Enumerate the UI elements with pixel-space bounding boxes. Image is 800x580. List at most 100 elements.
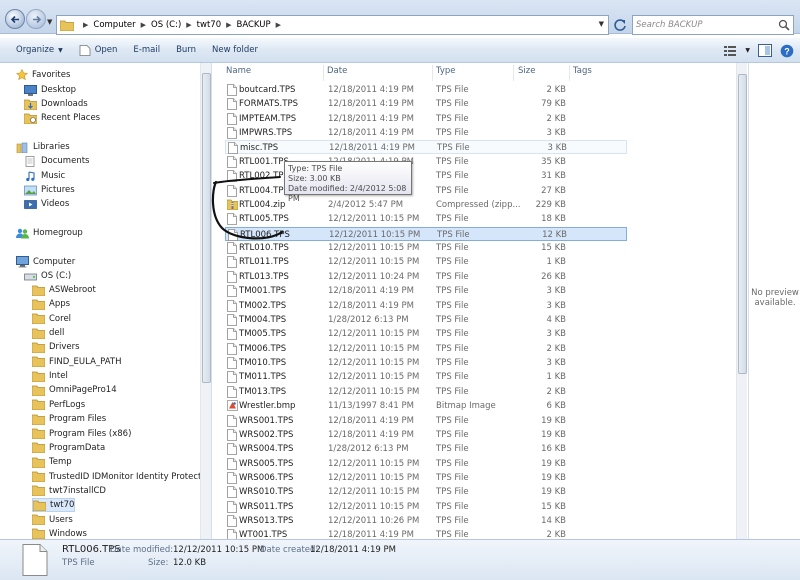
file-row[interactable]: TM004.TPS 1/28/2012 6:13 PM TPS File 4 KB [225, 313, 627, 327]
nav-favorites[interactable]: Favorites [16, 68, 70, 82]
nav-videos[interactable]: Videos [24, 197, 69, 211]
column-header-size[interactable]: Size [518, 66, 535, 80]
file-row[interactable]: TM010.TPS 12/12/2011 10:15 PM TPS File 3 KB [225, 356, 627, 370]
file-row[interactable]: IMPWRS.TPS 12/18/2011 4:19 PM TPS File 3 KB [225, 126, 627, 140]
nav-folder[interactable]: TrustedID IDMonitor Identity Protection [32, 470, 211, 484]
file-row[interactable]: TM002.TPS 12/18/2011 4:19 PM TPS File 3 KB [225, 299, 627, 313]
column-header-name[interactable]: Name [226, 66, 251, 80]
file-row[interactable]: boutcard.TPS 12/18/2011 4:19 PM TPS File 2 … [225, 83, 627, 97]
file-list-scroll-thumb[interactable] [738, 74, 747, 374]
column-separator[interactable] [432, 65, 433, 81]
file-row[interactable]: RTL005.TPS 12/12/2011 10:15 PM TPS File 18 … [225, 212, 627, 226]
recent-pages-dropdown[interactable]: ▼ [47, 18, 52, 26]
column-separator[interactable] [323, 65, 324, 81]
nav-folder[interactable]: OmniPagePro14 [32, 383, 117, 397]
nav-folder[interactable]: Program Files (x86) [32, 427, 131, 441]
nav-folder[interactable]: Corel [32, 312, 71, 326]
nav-desktop[interactable]: Desktop [24, 83, 76, 97]
file-icon [227, 84, 237, 96]
email-button[interactable]: E-mail [125, 45, 168, 55]
nav-folder[interactable]: Windows [32, 527, 87, 539]
file-row[interactable]: WRS010.TPS 12/12/2011 10:15 PM TPS File 19 … [225, 485, 627, 499]
new-folder-button[interactable]: New folder [204, 45, 266, 55]
file-row[interactable]: WRS006.TPS 12/12/2011 10:15 PM TPS File 19 … [225, 471, 627, 485]
file-row[interactable]: WT001.TPS 12/18/2011 4:19 PM TPS File 2 KB [225, 528, 627, 539]
nav-homegroup[interactable]: Homegroup [16, 226, 83, 240]
navigation-scrollbar[interactable] [200, 63, 211, 539]
file-list-scrollbar[interactable] [736, 63, 747, 539]
file-row[interactable]: WRS004.TPS 1/28/2012 6:13 PM TPS File 16 KB [225, 442, 627, 456]
file-row[interactable]: RTL010.TPS 12/12/2011 10:15 PM TPS File 15 … [225, 241, 627, 255]
file-row[interactable]: Wrestler.bmp 11/13/1997 8:41 PM Bitmap Ima… [225, 399, 627, 413]
forward-button[interactable] [26, 9, 46, 29]
file-row[interactable]: IMPTEAM.TPS 12/18/2011 4:19 PM TPS File 2 K… [225, 112, 627, 126]
file-row[interactable]: WRS002.TPS 12/18/2011 4:19 PM TPS File 19 K… [225, 428, 627, 442]
file-row[interactable]: WRS001.TPS 12/18/2011 4:19 PM TPS File 19 K… [225, 414, 627, 428]
open-button[interactable]: Open [71, 44, 126, 56]
nav-downloads[interactable]: Downloads [24, 97, 88, 111]
file-row[interactable]: WRS013.TPS 12/12/2011 10:26 PM TPS File 14 … [225, 514, 627, 528]
breadcrumb-os-c[interactable]: OS (C:) [151, 20, 181, 30]
file-type: TPS File [436, 415, 469, 426]
address-box[interactable]: ▶ Computer ▶ OS (C:) ▶ twt70 ▶ BACKUP ▶ … [56, 15, 609, 35]
file-row[interactable]: TM013.TPS 12/12/2011 10:15 PM TPS File 2 KB [225, 385, 627, 399]
column-header-tags[interactable]: Tags [573, 66, 592, 80]
nav-music[interactable]: Music [24, 169, 65, 183]
nav-folder[interactable]: Temp [32, 455, 72, 469]
nav-folder[interactable]: twt70 [32, 498, 76, 513]
file-row[interactable]: TM001.TPS 12/18/2011 4:19 PM TPS File 3 KB [225, 284, 627, 298]
file-row[interactable]: WRS005.TPS 12/12/2011 10:15 PM TPS File 19 … [225, 457, 627, 471]
file-row[interactable]: misc.TPS 12/18/2011 4:19 PM TPS File 3 KB [225, 140, 627, 155]
file-row[interactable]: RTL006.TPS 12/12/2011 10:15 PM TPS File 12 … [225, 226, 627, 241]
file-row[interactable]: TM005.TPS 12/12/2011 10:15 PM TPS File 3 KB [225, 327, 627, 341]
file-row[interactable]: TM011.TPS 12/12/2011 10:15 PM TPS File 1 KB [225, 370, 627, 384]
nav-libraries[interactable]: Libraries [16, 140, 70, 154]
nav-folder[interactable]: PerfLogs [32, 398, 85, 412]
search-input[interactable]: Search BACKUP [632, 15, 794, 35]
nav-recent-places[interactable]: Recent Places [24, 111, 100, 125]
nav-folder[interactable]: Users [32, 513, 73, 527]
preview-pane-icon[interactable] [758, 44, 772, 57]
file-row[interactable]: WRS011.TPS 12/12/2011 10:15 PM TPS File 15 … [225, 500, 627, 514]
breadcrumb-backup[interactable]: BACKUP [237, 20, 271, 30]
burn-button[interactable]: Burn [168, 45, 204, 55]
nav-folder[interactable]: ASWebroot [32, 283, 96, 297]
file-row[interactable]: RTL013.TPS 12/12/2011 10:24 PM TPS File 26 … [225, 270, 627, 284]
help-icon[interactable]: ? [780, 44, 794, 58]
breadcrumb-separator-icon[interactable]: ▶ [276, 21, 281, 29]
back-button[interactable] [5, 9, 25, 29]
nav-folder[interactable]: twt7installCD [32, 484, 106, 498]
search-icon[interactable] [778, 19, 790, 31]
breadcrumb-separator-icon[interactable]: ▶ [141, 21, 146, 29]
breadcrumb-computer[interactable]: Computer [93, 20, 135, 30]
breadcrumb-twt70[interactable]: twt70 [197, 20, 221, 30]
file-row[interactable]: RTL011.TPS 12/12/2011 10:15 PM TPS File 1 K… [225, 255, 627, 269]
nav-folder[interactable]: Intel [32, 369, 68, 383]
nav-computer[interactable]: Computer [16, 255, 75, 269]
breadcrumb-separator-icon[interactable]: ▶ [83, 21, 88, 29]
nav-os-c[interactable]: OS (C:) [24, 269, 71, 283]
nav-folder[interactable]: dell [32, 326, 64, 340]
organize-button[interactable]: Organize ▼ [0, 45, 71, 55]
file-row[interactable]: TM006.TPS 12/12/2011 10:15 PM TPS File 2 KB [225, 342, 627, 356]
breadcrumb-separator-icon[interactable]: ▶ [186, 21, 191, 29]
nav-documents[interactable]: Documents [24, 154, 89, 168]
nav-folder[interactable]: FIND_EULA_PATH [32, 355, 121, 369]
view-dropdown-icon[interactable]: ▼ [745, 47, 750, 54]
nav-folder[interactable]: Drivers [32, 340, 80, 354]
nav-folder[interactable]: ProgramData [32, 441, 105, 455]
file-row[interactable]: RTL004.zip 2/4/2012 5:47 PM Compressed (zi… [225, 198, 627, 212]
breadcrumb-separator-icon[interactable]: ▶ [226, 21, 231, 29]
nav-folder[interactable]: Program Files [32, 412, 106, 426]
navigation-scroll-thumb[interactable] [202, 73, 211, 383]
nav-folder[interactable]: Apps [32, 297, 70, 311]
address-dropdown-icon[interactable]: ▼ [599, 20, 604, 28]
column-separator[interactable] [513, 65, 514, 81]
column-header-date[interactable]: Date [327, 66, 347, 80]
nav-pictures[interactable]: Pictures [24, 183, 75, 197]
view-options-icon[interactable] [723, 45, 737, 57]
column-header-type[interactable]: Type [436, 66, 456, 80]
file-row[interactable]: FORMATS.TPS 12/18/2011 4:19 PM TPS File 79 … [225, 97, 627, 111]
refresh-icon[interactable] [612, 17, 628, 33]
column-separator[interactable] [569, 65, 570, 81]
